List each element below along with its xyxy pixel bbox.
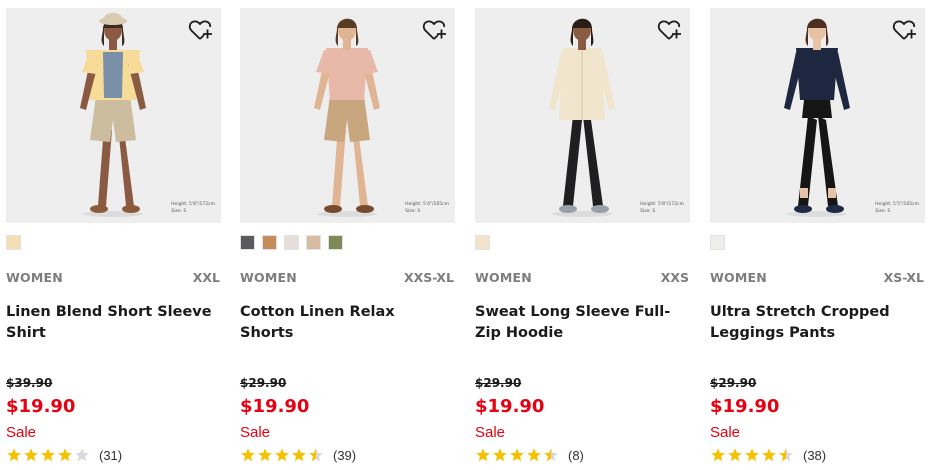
sale-label: Sale	[710, 424, 741, 441]
model-size: Size: S	[875, 209, 891, 214]
color-swatch[interactable]	[240, 235, 255, 250]
stars	[710, 447, 794, 463]
model-info: Height: 5'4"/165cm Size: S	[405, 201, 449, 215]
size-range: XS-XL	[883, 270, 924, 285]
sale-price: $19.90	[6, 396, 76, 417]
model-height: Height: 5'8"/172cm	[640, 202, 684, 207]
star-icon	[309, 448, 323, 462]
model-height: Height: 5'4"/165cm	[405, 202, 449, 207]
stars	[6, 447, 90, 463]
sale-price: $19.90	[710, 396, 780, 417]
sale-label: Sale	[240, 424, 271, 441]
color-swatch[interactable]	[306, 235, 321, 250]
product-name[interactable]: Linen Blend Short Sleeve Shirt	[6, 302, 218, 344]
color-swatch[interactable]	[475, 235, 490, 250]
star-icon	[493, 448, 507, 462]
color-swatch[interactable]	[284, 235, 299, 250]
star-icon	[75, 448, 89, 462]
star-rating: (38)	[710, 447, 826, 463]
size-range: XXS-XL	[403, 270, 454, 285]
model-info: Height: 5'8"/172cm Size: S	[171, 201, 215, 215]
model-height: Height: 5'8"/172cm	[171, 202, 215, 207]
gender-label: WOMEN	[475, 270, 532, 285]
gender-label: WOMEN	[710, 270, 767, 285]
original-price: $39.90	[6, 376, 53, 390]
star-rating: (39)	[240, 447, 356, 463]
model-info: Height: 5'5"/165cm Size: S	[875, 201, 919, 215]
star-icon	[58, 448, 72, 462]
star-icon	[745, 448, 759, 462]
star-rating: (8)	[475, 447, 584, 463]
sale-label: Sale	[6, 424, 37, 441]
star-icon	[728, 448, 742, 462]
star-icon	[292, 448, 306, 462]
star-icon	[41, 448, 55, 462]
product-name[interactable]: Ultra Stretch Cropped Leggings Pants	[710, 302, 922, 344]
add-to-wishlist-icon[interactable]	[421, 17, 447, 43]
product-image[interactable]: Height: 5'4"/165cm Size: S	[240, 8, 455, 223]
add-to-wishlist-icon[interactable]	[656, 17, 682, 43]
stars	[240, 447, 324, 463]
original-price: $29.90	[240, 376, 287, 390]
sale-label: Sale	[475, 424, 506, 441]
star-icon	[24, 448, 38, 462]
star-rating: (31)	[6, 447, 122, 463]
star-icon	[275, 448, 289, 462]
model-size: Size: S	[640, 209, 656, 214]
star-icon	[476, 448, 490, 462]
original-price: $29.90	[710, 376, 757, 390]
star-icon	[711, 448, 725, 462]
color-swatch[interactable]	[710, 235, 725, 250]
color-swatches	[710, 235, 725, 250]
product-grid: Height: 5'8"/172cm Size: S WOMEN XXL Lin…	[0, 0, 930, 470]
add-to-wishlist-icon[interactable]	[891, 17, 917, 43]
product-image[interactable]: Height: 5'8"/172cm Size: S	[6, 8, 221, 223]
color-swatches	[6, 235, 21, 250]
product-card[interactable]: Height: 5'4"/165cm Size: S WOMEN XXS-XL …	[240, 0, 455, 470]
review-count[interactable]: (38)	[803, 448, 826, 463]
sale-price: $19.90	[475, 396, 545, 417]
product-card[interactable]: Height: 5'8"/172cm Size: S WOMEN XXL Lin…	[6, 0, 221, 470]
color-swatch[interactable]	[328, 235, 343, 250]
review-count[interactable]: (8)	[568, 448, 584, 463]
color-swatch[interactable]	[262, 235, 277, 250]
product-name[interactable]: Cotton Linen Relax Shorts	[240, 302, 452, 344]
color-swatches	[475, 235, 490, 250]
star-icon	[527, 448, 541, 462]
stars	[475, 447, 559, 463]
gender-label: WOMEN	[6, 270, 63, 285]
product-name[interactable]: Sweat Long Sleeve Full-Zip Hoodie	[475, 302, 687, 344]
product-image[interactable]: Height: 5'8"/172cm Size: S	[475, 8, 690, 223]
star-icon	[544, 448, 558, 462]
size-range: XXL	[192, 270, 220, 285]
model-size: Size: S	[405, 209, 421, 214]
product-image[interactable]: Height: 5'5"/165cm Size: S	[710, 8, 925, 223]
star-icon	[258, 448, 272, 462]
color-swatch[interactable]	[6, 235, 21, 250]
product-card[interactable]: Height: 5'5"/165cm Size: S WOMEN XS-XL U…	[710, 0, 925, 470]
model-size: Size: S	[171, 209, 187, 214]
color-swatches	[240, 235, 343, 250]
add-to-wishlist-icon[interactable]	[187, 17, 213, 43]
model-height: Height: 5'5"/165cm	[875, 202, 919, 207]
star-icon	[779, 448, 793, 462]
sale-price: $19.90	[240, 396, 310, 417]
star-icon	[762, 448, 776, 462]
review-count[interactable]: (39)	[333, 448, 356, 463]
original-price: $29.90	[475, 376, 522, 390]
star-icon	[510, 448, 524, 462]
gender-label: WOMEN	[240, 270, 297, 285]
model-info: Height: 5'8"/172cm Size: S	[640, 201, 684, 215]
size-range: XXS	[660, 270, 689, 285]
star-icon	[241, 448, 255, 462]
star-icon	[7, 448, 21, 462]
product-card[interactable]: Height: 5'8"/172cm Size: S WOMEN XXS Swe…	[475, 0, 690, 470]
review-count[interactable]: (31)	[99, 448, 122, 463]
